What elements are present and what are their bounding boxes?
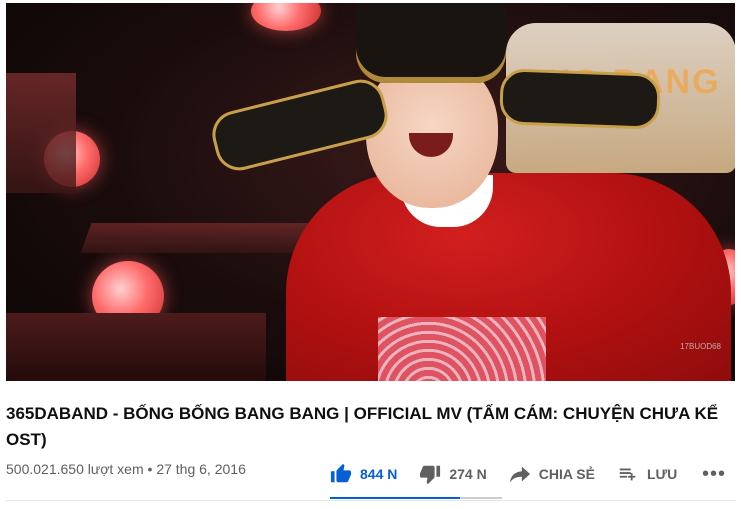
thumb-up-icon — [330, 463, 352, 483]
like-dislike-ratio-bar — [330, 497, 502, 499]
hat-wing-left — [207, 74, 393, 176]
video-player[interactable]: NG BANG 17BUOD68 — [6, 3, 735, 381]
save-label: LƯU — [647, 466, 678, 482]
share-label: CHIA SẺ — [538, 466, 595, 482]
divider — [6, 500, 735, 501]
thumb-down-icon — [420, 465, 441, 485]
hat-wing-right — [499, 68, 661, 130]
share-button[interactable]: CHIA SẺ — [509, 463, 595, 485]
like-count: 844 N — [360, 466, 398, 482]
action-bar: 844 N 274 N CHIA SẺ LƯU — [330, 456, 699, 492]
video-title: 365DABAND - BỐNG BỐNG BANG BANG | OFFICI… — [6, 404, 719, 449]
robe-patch — [378, 317, 546, 381]
more-actions-button[interactable]: ••• — [700, 463, 728, 485]
like-ratio-fill — [330, 497, 460, 499]
upload-date: 27 thg 6, 2016 — [156, 461, 246, 477]
playlist-add-icon — [619, 468, 636, 481]
dislike-count: 274 N — [449, 466, 487, 482]
video-watermark: 17BUOD68 — [680, 342, 721, 351]
like-button[interactable]: 844 N — [330, 463, 397, 485]
video-meta: 500.021.650 lượt xem • 27 thg 6, 2016 — [6, 461, 246, 477]
view-count: 500.021.650 lượt xem — [6, 461, 144, 477]
dislike-button[interactable]: 274 N — [419, 463, 487, 485]
official-hat — [356, 3, 506, 83]
lantern — [251, 3, 321, 31]
pagoda-roof — [6, 313, 266, 381]
meta-separator: • — [147, 461, 153, 477]
save-button[interactable]: LƯU — [617, 463, 677, 485]
pagoda-roof — [6, 73, 76, 193]
share-arrow-icon — [509, 466, 530, 483]
